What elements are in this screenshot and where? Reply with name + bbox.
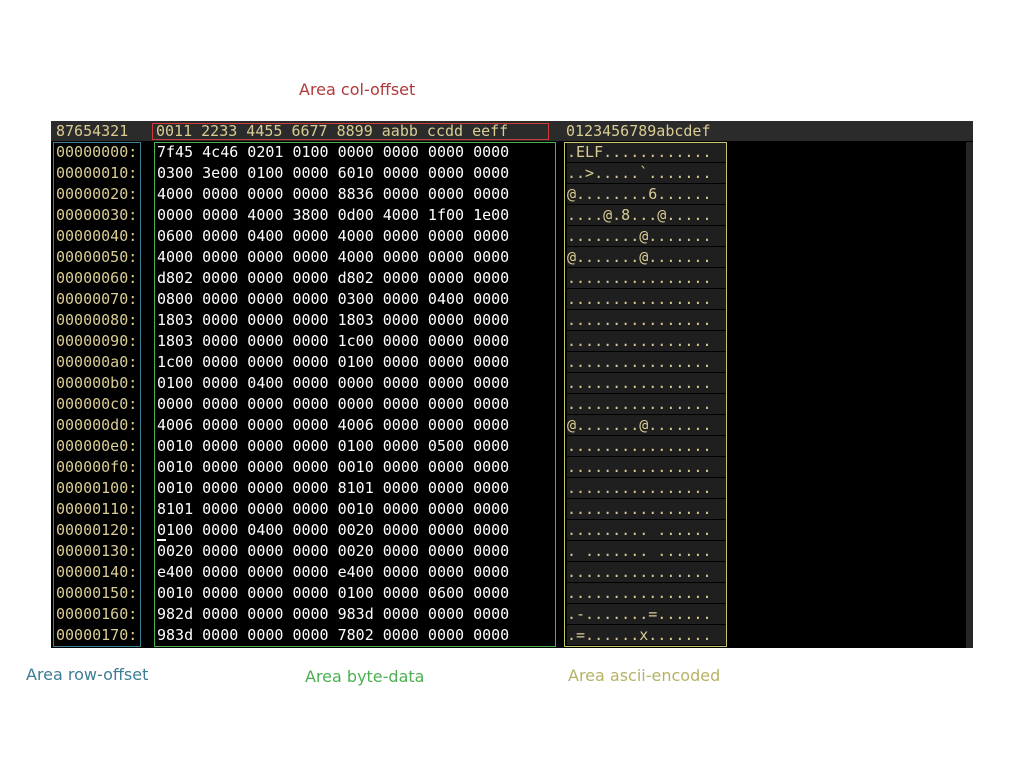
- byte-row[interactable]: 0010 0000 0000 0000 0100 0000 0600 0000: [157, 583, 509, 604]
- ascii-row[interactable]: ..>.....`.......: [567, 163, 727, 183]
- row-offset: 00000100:: [56, 479, 138, 497]
- ascii-row[interactable]: ................: [567, 436, 727, 456]
- ascii-row[interactable]: ................: [567, 331, 727, 351]
- row-offset-column: 00000000: 00000010: 00000020: 00000030: 0000…: [56, 142, 137, 646]
- row-offset: 00000030:: [56, 206, 138, 224]
- row-offset: 00000170:: [56, 626, 138, 644]
- row-offset: 00000060:: [56, 269, 138, 287]
- col-offset-header: 0011 2233 4455 6677 8899 aabb ccdd eeff: [156, 122, 509, 140]
- byte-row[interactable]: 1c00 0000 0000 0000 0100 0000 0000 0000: [157, 352, 509, 373]
- byte-row[interactable]: 983d 0000 0000 0000 7802 0000 0000 0000: [157, 625, 509, 646]
- col-offset-area-label: Area col-offset: [299, 80, 416, 99]
- byte-row[interactable]: d802 0000 0000 0000 d802 0000 0000 0000: [157, 268, 509, 289]
- byte-row[interactable]: 0100 0000 0400 0000 0020 0000 0000 0000: [157, 520, 509, 541]
- row-offset: 00000080:: [56, 311, 138, 329]
- byte-row[interactable]: 0300 3e00 0100 0000 6010 0000 0000 0000: [157, 163, 509, 184]
- ascii-header: 0123456789abcdef: [566, 122, 711, 140]
- byte-row[interactable]: 1803 0000 0000 0000 1803 0000 0000 0000: [157, 310, 509, 331]
- row-offset-header: 87654321: [56, 122, 129, 140]
- ascii-row[interactable]: .=......x.......: [567, 625, 727, 645]
- byte-row[interactable]: 0000 0000 4000 3800 0d00 4000 1f00 1e00: [157, 205, 509, 226]
- row-offset: 00000050:: [56, 248, 138, 266]
- row-offset: 000000d0:: [56, 416, 138, 434]
- hexdump-diagram: Area col-offset 87654321 0011 2233 4455 …: [0, 0, 1024, 768]
- byte-row[interactable]: 982d 0000 0000 0000 983d 0000 0000 0000: [157, 604, 509, 625]
- ascii-row[interactable]: . ....... ......: [567, 541, 727, 561]
- byte-row[interactable]: 4006 0000 0000 0000 4006 0000 0000 0000: [157, 415, 509, 436]
- row-offset: 00000160:: [56, 605, 138, 623]
- ascii-row[interactable]: @.......@.......: [567, 247, 727, 267]
- ascii-row[interactable]: ................: [567, 310, 727, 330]
- ascii-row[interactable]: ....@.8...@.....: [567, 205, 727, 225]
- byte-row[interactable]: 0100 0000 0400 0000 0000 0000 0000 0000: [157, 373, 509, 394]
- scrollbar[interactable]: [966, 142, 973, 648]
- byte-row[interactable]: 0600 0000 0400 0000 4000 0000 0000 0000: [157, 226, 509, 247]
- byte-row[interactable]: 0010 0000 0000 0000 0010 0000 0000 0000: [157, 457, 509, 478]
- byte-row[interactable]: 8101 0000 0000 0000 0010 0000 0000 0000: [157, 499, 509, 520]
- ascii-row[interactable]: ................: [567, 352, 727, 372]
- row-offset: 00000110:: [56, 500, 138, 518]
- byte-row[interactable]: 0010 0000 0000 0000 0100 0000 0500 0000: [157, 436, 509, 457]
- ascii-row[interactable]: ................: [567, 478, 727, 498]
- byte-data-area-label: Area byte-data: [305, 667, 425, 686]
- ascii-row[interactable]: ................: [567, 373, 727, 393]
- row-offset: 00000090:: [56, 332, 138, 350]
- row-offset: 00000150:: [56, 584, 138, 602]
- ascii-row[interactable]: .-.......=......: [567, 604, 727, 624]
- row-offset: 00000000:: [56, 143, 138, 161]
- byte-row[interactable]: 7f45 4c46 0201 0100 0000 0000 0000 0000: [157, 142, 509, 163]
- row-offset: 000000b0:: [56, 374, 138, 392]
- row-offset: 00000020:: [56, 185, 138, 203]
- row-offset: 00000040:: [56, 227, 138, 245]
- byte-row[interactable]: e400 0000 0000 0000 e400 0000 0000 0000: [157, 562, 509, 583]
- ascii-encoded-column[interactable]: .ELF............ ..>.....`....... @.......…: [567, 142, 727, 646]
- row-offset: 000000e0:: [56, 437, 138, 455]
- row-offset: 00000010:: [56, 164, 138, 182]
- ascii-row[interactable]: ................: [567, 499, 727, 519]
- byte-row[interactable]: 0800 0000 0000 0000 0300 0000 0400 0000: [157, 289, 509, 310]
- ascii-row[interactable]: @........6......: [567, 184, 727, 204]
- row-offset: 00000070:: [56, 290, 138, 308]
- byte-row[interactable]: 4000 0000 0000 0000 4000 0000 0000 0000: [157, 247, 509, 268]
- byte-row[interactable]: 4000 0000 0000 0000 8836 0000 0000 0000: [157, 184, 509, 205]
- ascii-row[interactable]: ................: [567, 457, 727, 477]
- row-offset: 000000c0:: [56, 395, 138, 413]
- ascii-row[interactable]: ................: [567, 583, 727, 603]
- ascii-encoded-area-label: Area ascii-encoded: [568, 666, 721, 685]
- ascii-row[interactable]: ................: [567, 562, 727, 582]
- byte-row[interactable]: 0000 0000 0000 0000 0000 0000 0000 0000: [157, 394, 509, 415]
- byte-data-column[interactable]: 7f45 4c46 0201 0100 0000 0000 0000 0000 0…: [157, 142, 509, 646]
- byte-row[interactable]: 0020 0000 0000 0000 0020 0000 0000 0000: [157, 541, 509, 562]
- row-offset: 00000130:: [56, 542, 138, 560]
- hex-viewer-terminal[interactable]: 87654321 0011 2233 4455 6677 8899 aabb c…: [51, 121, 973, 648]
- ascii-row[interactable]: ................: [567, 394, 727, 414]
- ascii-row[interactable]: ......... ......: [567, 520, 727, 540]
- text-cursor: [157, 539, 166, 541]
- row-offset-area-label: Area row-offset: [26, 665, 149, 684]
- byte-row[interactable]: 1803 0000 0000 0000 1c00 0000 0000 0000: [157, 331, 509, 352]
- ascii-row[interactable]: @.......@.......: [567, 415, 727, 435]
- ascii-row[interactable]: .ELF............: [567, 142, 727, 162]
- row-offset: 00000120:: [56, 521, 138, 539]
- ascii-row[interactable]: ................: [567, 268, 727, 288]
- row-offset: 00000140:: [56, 563, 138, 581]
- ascii-row[interactable]: ................: [567, 289, 727, 309]
- row-offset: 000000a0:: [56, 353, 138, 371]
- ascii-row[interactable]: ........@.......: [567, 226, 727, 246]
- byte-row[interactable]: 0010 0000 0000 0000 8101 0000 0000 0000: [157, 478, 509, 499]
- row-offset: 000000f0:: [56, 458, 138, 476]
